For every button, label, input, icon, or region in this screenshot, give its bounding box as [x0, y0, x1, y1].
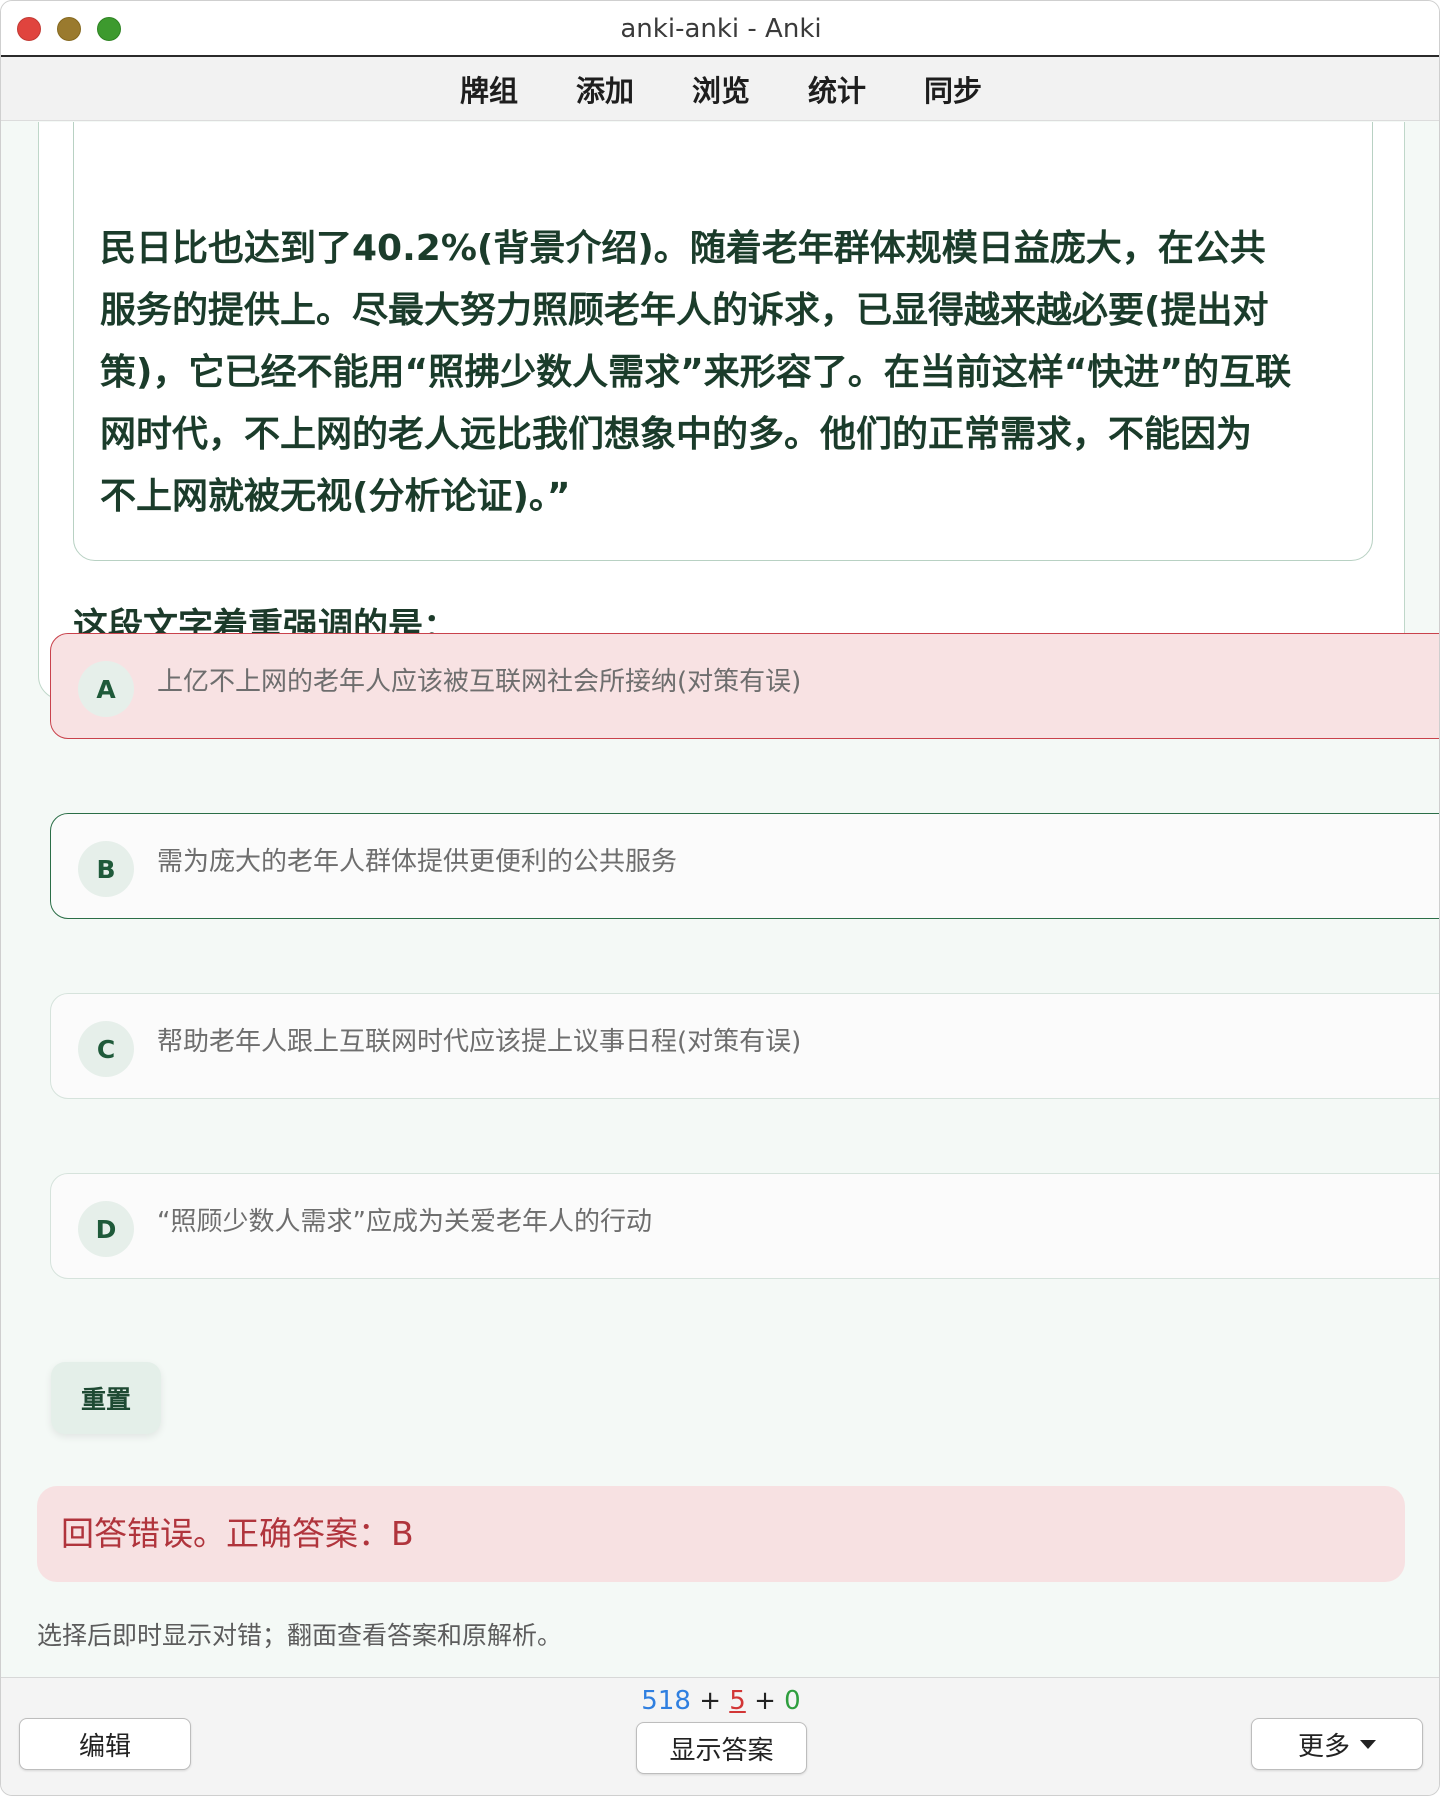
- option-letter-badge: A: [78, 661, 134, 717]
- edit-button[interactable]: 编辑: [19, 1718, 191, 1770]
- chevron-down-icon: [1360, 1739, 1376, 1749]
- due-counts: 518 + 5 + 0: [1, 1686, 1439, 1716]
- option-text: 帮助老年人跟上互联网时代应该提上议事日程(对策有误): [157, 1027, 802, 1057]
- option-letter-badge: B: [78, 841, 134, 897]
- title-bar: anki-anki - Anki: [1, 1, 1439, 57]
- more-button-label: 更多: [1297, 1731, 1350, 1762]
- edit-button-label: 编辑: [78, 1731, 131, 1762]
- option-letter-badge: C: [78, 1021, 134, 1077]
- passage-line: 网时代，不上网的老人远比我们想象中的多。他们的正常需求，不能因为: [100, 414, 1253, 455]
- show-answer-button[interactable]: 显示答案: [636, 1722, 807, 1774]
- learn-count: 5: [729, 1686, 746, 1716]
- answer-result-banner: 回答错误。正确答案：B: [37, 1486, 1405, 1582]
- passage-line: 不上网就被无视(分析论证)。”: [100, 476, 571, 517]
- option-b[interactable]: B 需为庞大的老年人群体提供更便利的公共服务: [50, 813, 1439, 919]
- passage-line: 服务的提供上。尽最大努力照顾老年人的诉求，已显得越来越必要(提出对: [100, 290, 1269, 331]
- hint-text: 选择后即时显示对错；翻面查看答案和原解析。: [37, 1621, 563, 1650]
- option-c[interactable]: C 帮助老年人跟上互联网时代应该提上议事日程(对策有误): [50, 993, 1439, 1099]
- plus-sign: +: [754, 1686, 776, 1716]
- option-text: 需为庞大的老年人群体提供更便利的公共服务: [157, 847, 678, 877]
- toolbar-browse[interactable]: 浏览: [663, 68, 779, 110]
- option-text: “照顾少数人需求”应成为关爱老年人的行动: [157, 1207, 652, 1237]
- question-card: 民日比也达到了40.2%(背景介绍)。随着老年群体规模日益庞大，在公共 服务的提…: [38, 122, 1405, 700]
- option-d[interactable]: D “照顾少数人需求”应成为关爱老年人的行动: [50, 1173, 1439, 1279]
- passage-line: 民日比也达到了40.2%(背景介绍)。随着老年群体规模日益庞大，在公共: [100, 228, 1266, 269]
- reset-button[interactable]: 重置: [51, 1362, 161, 1434]
- review-count: 0: [784, 1686, 801, 1716]
- review-content: 民日比也达到了40.2%(背景介绍)。随着老年群体规模日益庞大，在公共 服务的提…: [1, 122, 1439, 1677]
- window-title: anki-anki - Anki: [620, 14, 822, 44]
- show-answer-label: 显示答案: [669, 1735, 774, 1766]
- bottom-bar: 518 + 5 + 0 编辑 显示答案 更多: [1, 1677, 1439, 1795]
- main-toolbar: 牌组 添加 浏览 统计 同步: [1, 57, 1439, 121]
- option-letter-badge: D: [78, 1201, 134, 1257]
- toolbar-add[interactable]: 添加: [547, 68, 663, 110]
- passage-line: 策)，它已经不能用“照拂少数人需求”来形容了。在当前这样“快进”的互联: [100, 352, 1292, 393]
- option-text: 上亿不上网的老年人应该被互联网社会所接纳(对策有误): [157, 667, 802, 697]
- passage-text: 民日比也达到了40.2%(背景介绍)。随着老年群体规模日益庞大，在公共 服务的提…: [100, 218, 1350, 528]
- more-button[interactable]: 更多: [1251, 1718, 1423, 1770]
- toolbar-stats[interactable]: 统计: [779, 68, 895, 110]
- anki-window: anki-anki - Anki 牌组 添加 浏览 统计 同步 民日比也达到了4…: [0, 0, 1440, 1796]
- option-a[interactable]: A 上亿不上网的老年人应该被互联网社会所接纳(对策有误): [50, 633, 1439, 739]
- passage-box: 民日比也达到了40.2%(背景介绍)。随着老年群体规模日益庞大，在公共 服务的提…: [73, 122, 1373, 561]
- plus-sign: +: [699, 1686, 721, 1716]
- toolbar-sync[interactable]: 同步: [895, 68, 1011, 110]
- new-count: 518: [641, 1686, 691, 1716]
- toolbar-decks[interactable]: 牌组: [431, 68, 547, 110]
